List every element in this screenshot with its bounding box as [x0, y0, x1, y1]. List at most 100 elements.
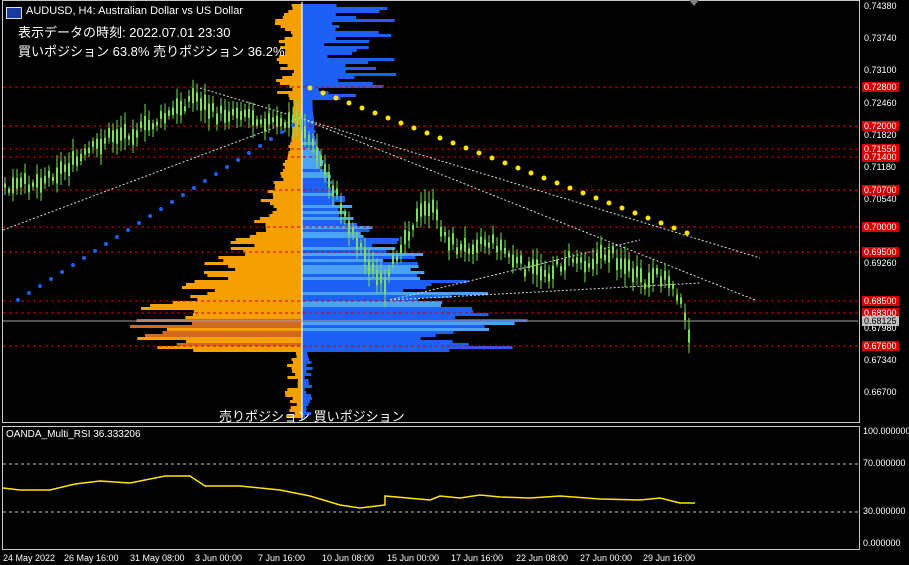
sell-profile-bar — [283, 178, 302, 181]
candle-body — [20, 177, 22, 188]
candle-body — [396, 256, 398, 261]
buy-profile-bar — [302, 193, 333, 196]
sell-profile-bar — [291, 367, 302, 370]
buy-profile-bar — [302, 64, 346, 67]
sell-profile-bar — [273, 205, 302, 208]
sell-profile-bar — [288, 145, 302, 148]
buy-profile-bar — [302, 268, 411, 271]
candle-body — [268, 112, 270, 125]
candle-body — [540, 266, 542, 281]
lower-dot — [27, 291, 31, 295]
buy-profile-bar — [302, 229, 370, 232]
candle-body — [520, 255, 522, 264]
buy-profile-bar — [302, 109, 313, 112]
upper-dot — [398, 120, 404, 126]
buy-profile-bar — [302, 25, 340, 28]
buy-profile-bar — [302, 334, 436, 337]
upper-dot — [684, 230, 690, 236]
candle-body — [300, 118, 302, 131]
current-price-box: 0.68125 — [862, 316, 899, 326]
candle-body — [444, 231, 446, 237]
candle-body — [44, 175, 46, 184]
sell-profile-bar — [185, 316, 302, 319]
lower-dot — [170, 200, 174, 204]
buy-profile-bar — [302, 235, 364, 238]
upper-dot — [385, 115, 391, 121]
candle-body — [12, 177, 14, 194]
candle-body — [236, 107, 238, 119]
sell-profile-bar — [281, 175, 302, 178]
time-tick-label: 15 Jun 00:00 — [387, 553, 440, 563]
buy-profile-bar — [302, 205, 353, 208]
sell-profile-bar — [129, 325, 302, 328]
buy-profile-bar — [302, 94, 357, 97]
buy-profile-bar — [302, 28, 336, 31]
candle-body — [92, 141, 94, 147]
sell-profile-bar — [293, 70, 302, 73]
upper-dot — [593, 195, 599, 201]
candle-body — [172, 107, 174, 116]
sell-profile-bar — [279, 82, 302, 85]
candle-body — [24, 173, 26, 185]
buy-profile-bar — [302, 31, 379, 34]
sell-profile-bar — [270, 202, 302, 205]
buy-profile-bar — [302, 19, 395, 22]
buy-profile-bar — [302, 70, 346, 73]
candle-body — [524, 269, 526, 277]
sell-profile-bar — [230, 247, 302, 250]
time-tick-label: 29 Jun 16:00 — [643, 553, 696, 563]
candle-body — [460, 243, 462, 251]
candle-body — [512, 254, 514, 268]
candle-body — [364, 247, 366, 262]
sell-profile-bar — [207, 292, 302, 295]
buy-profile-bar — [302, 214, 339, 217]
buy-profile-bar — [302, 382, 309, 385]
sell-profile-bar — [181, 286, 302, 289]
upper-dot — [658, 220, 664, 226]
upper-dot — [346, 100, 352, 106]
buy-profile-bar — [302, 7, 388, 10]
buy-profile-bar — [302, 331, 454, 334]
lower-dot — [82, 256, 86, 260]
sell-profile-bar — [190, 295, 302, 298]
price-tick-label: 0.73740 — [864, 33, 897, 44]
lower-dot — [60, 270, 64, 274]
sell-profile-bar — [260, 199, 302, 202]
buy-profile-bar — [302, 295, 452, 298]
sell-profile-bar — [256, 232, 302, 235]
price-chart[interactable] — [0, 0, 909, 565]
rsi-tick-label: 0.000000 — [863, 538, 901, 548]
lower-dot — [269, 137, 273, 141]
buy-profile-bar — [302, 211, 347, 214]
buy-profile-bar — [302, 322, 515, 325]
candle-body — [220, 105, 222, 114]
sell-profile-bar — [279, 61, 302, 64]
sell-profile-bar — [254, 220, 302, 223]
sell-profile-bar — [288, 10, 302, 13]
candle-body — [128, 135, 130, 140]
sell-profile-bar — [282, 163, 302, 166]
candle-body — [140, 121, 142, 128]
rsi-tick-label: 70.000000 — [863, 458, 906, 468]
candle-body — [248, 109, 250, 118]
candle-body — [188, 96, 190, 102]
candle-body — [664, 270, 666, 280]
candle-body — [332, 185, 334, 197]
candle-body — [40, 177, 42, 193]
level-price-box: 0.70000 — [862, 222, 899, 232]
sell-profile-bar — [293, 100, 302, 103]
buy-profile-bar — [302, 400, 310, 403]
candle-body — [8, 188, 10, 193]
sell-profile-bar — [137, 337, 302, 340]
candle-body — [500, 239, 502, 251]
upper-dot — [671, 225, 677, 231]
main-pane-frame — [2, 0, 860, 423]
candle-body — [432, 199, 434, 213]
candle-body — [656, 267, 658, 275]
time-tick-label: 31 May 08:00 — [130, 553, 185, 563]
sell-profile-bar — [291, 4, 302, 7]
sell-profile-bar — [290, 31, 302, 34]
candle-body — [464, 237, 466, 252]
candle-body — [164, 113, 166, 124]
scroll-arrow-icon[interactable] — [689, 0, 699, 6]
